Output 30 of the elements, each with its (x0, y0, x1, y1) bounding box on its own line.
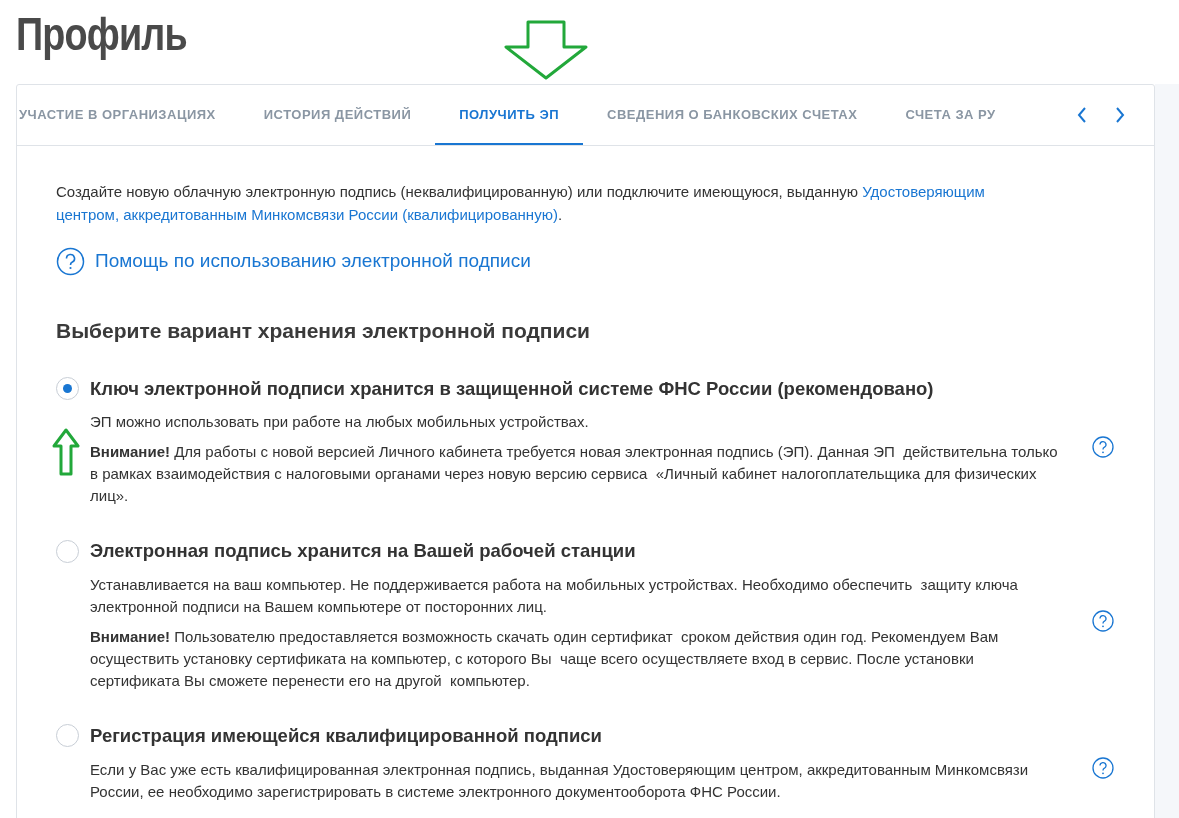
next-arrow-button[interactable] (1113, 105, 1127, 125)
help-link[interactable]: Помощь по использованию электронной подписи (56, 247, 531, 276)
intro-text: Создайте новую облачную электронную подпись (неквалифицированную) или подключите имеющуюся, выданную Удостоверяющим центром, аккредитованным Минкомсвязи России (квалифицированную). (56, 182, 986, 225)
tab[interactable]: СВЕДЕНИЯ О БАНКОВСКИХ СЧЕТАХ (583, 85, 882, 145)
help-icon[interactable] (1092, 609, 1114, 632)
radio-button[interactable] (56, 376, 79, 400)
tab[interactable]: СЧЕТА ЗА РУ (881, 85, 1020, 145)
tab[interactable]: ПОЛУЧИТЬ ЭП (435, 85, 584, 145)
certification-center-link[interactable]: центром, аккредитованным Минкомсвязи России (квалифицированную) (56, 206, 558, 223)
option-description: Если у Вас уже есть квалифицированная электронная подпись, выданная Удостоверяющим центром, аккредитованным Минкомсвязи России, ее необходимо зарегистрировать в системе электронного документооборота ФНС России. (90, 759, 1030, 802)
radio-button[interactable] (56, 539, 79, 563)
question-icon (56, 247, 85, 276)
certification-center-link[interactable]: Удостоверяющим (862, 183, 985, 200)
tab[interactable]: УЧАСТИЕ В ОРГАНИЗАЦИЯХ (17, 85, 240, 145)
option-title: Ключ электронной подписи хранится в защищенной системе ФНС России (рекомендовано) (90, 376, 934, 401)
option-description: Внимание! Пользователю предоставляется возможность скачать один сертификат сроком действия один год. Рекомендуем Вам осуществить установку сертификата на компьютер, с которого Вы чаще всего осуществляете вход в сервис. После установки сертификата Вы сможете перенести его на другой компьютер. (90, 627, 1000, 691)
down-arrow-icon (503, 20, 589, 80)
previous-arrow-button[interactable] (1075, 105, 1089, 125)
up-arrow-icon (52, 428, 80, 476)
option-description: ЭП можно использовать при работе на любых мобильных устройствах. (90, 412, 590, 433)
option-description: Внимание! Для работы с новой версией Личного кабинета требуется новая электронная подпись (ЭП). Данная ЭП действительна только в рамках взаимодействия с налоговыми органами через новую версию сервиса «Личный кабинет налогоплательщика для физических лиц». (90, 442, 1059, 507)
help-icon[interactable] (1092, 435, 1114, 458)
help-icon[interactable] (1092, 757, 1114, 780)
option-description: Устанавливается на ваш компьютер. Не поддерживается работа на мобильных устройствах. Необходимо обеспечить защиту ключа электронной подписи на Вашем компьютере от посторонних лиц. (90, 575, 1019, 617)
radio-button[interactable] (56, 724, 79, 748)
option-title: Электронная подпись хранится на Вашей рабочей станции (90, 539, 636, 564)
page-title: Профиль (16, 7, 187, 62)
tab[interactable]: ИСТОРИЯ ДЕЙСТВИЙ (239, 85, 436, 145)
section-heading: Выберите вариант хранения электронной подписи (56, 318, 591, 344)
option-title: Регистрация имеющейся квалифицированной подписи (90, 724, 602, 748)
